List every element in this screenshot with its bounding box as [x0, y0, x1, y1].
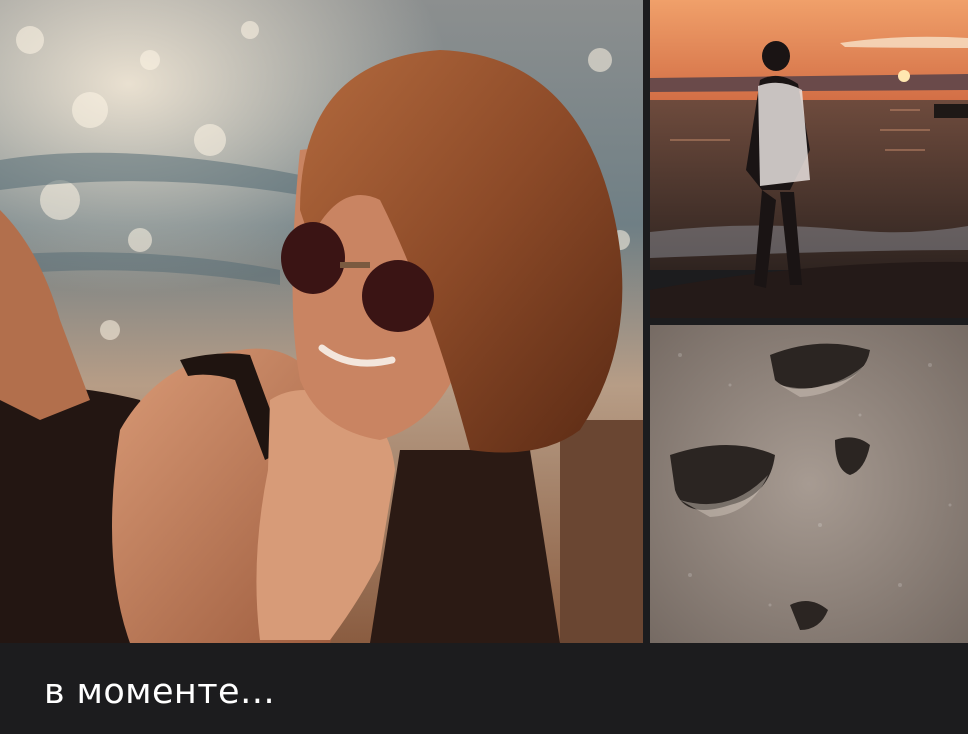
woman-sunglasses-image — [0, 0, 643, 643]
sand-footprints-image — [650, 325, 968, 643]
post-caption: в моменте… — [44, 672, 276, 712]
photo-sand-footprints[interactable] — [650, 325, 968, 643]
photo-sunset-silhouette[interactable] — [650, 0, 968, 318]
sunset-silhouette-image — [650, 0, 968, 318]
photo-gallery — [0, 0, 968, 643]
photo-woman-sunglasses[interactable] — [0, 0, 643, 643]
